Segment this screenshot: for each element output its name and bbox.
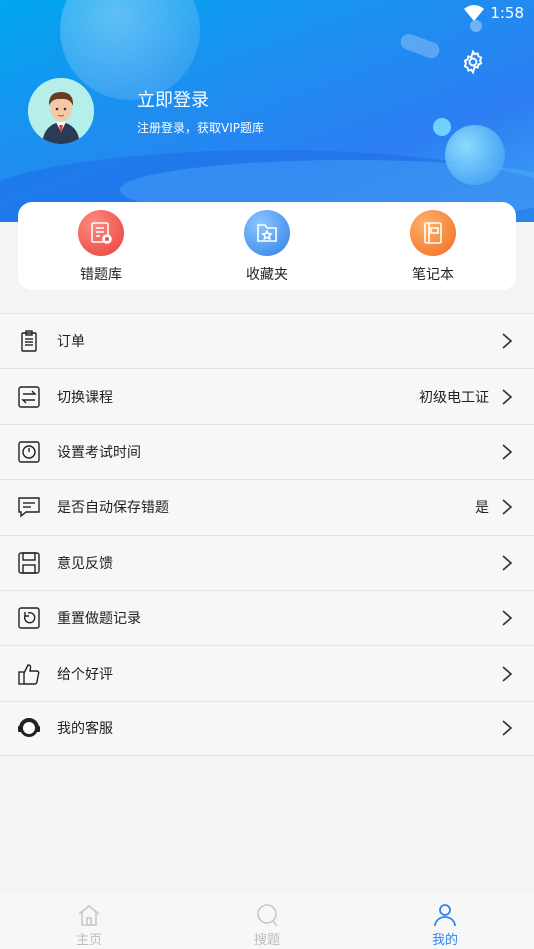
menu-item-auto-save[interactable]: 是否自动保存错题 是 xyxy=(0,479,534,534)
favorites-folder-icon xyxy=(244,210,290,256)
menu-item-reset-records[interactable]: 重置做题记录 xyxy=(0,589,534,645)
headset-icon xyxy=(18,718,40,738)
chevron-right-icon xyxy=(502,444,513,460)
timer-icon xyxy=(18,441,40,463)
menu-value: 是 xyxy=(475,500,489,517)
search-icon xyxy=(257,904,278,927)
chevron-right-icon xyxy=(502,610,513,626)
decor-bubble xyxy=(445,125,505,185)
settings-gear-icon[interactable] xyxy=(460,49,486,75)
quick-label: 错题库 xyxy=(80,267,122,283)
chat-icon xyxy=(18,497,40,518)
menu-item-feedback[interactable]: 意见反馈 xyxy=(0,534,534,590)
quick-wrong-questions[interactable]: 错题库 xyxy=(41,202,161,284)
menu-value: 初级电工证 xyxy=(419,389,489,406)
menu-label: 重置做题记录 xyxy=(57,611,141,628)
switch-icon xyxy=(18,385,40,408)
nav-label: 搜题 xyxy=(253,933,280,948)
menu-label: 订单 xyxy=(57,334,85,351)
menu-label: 设置考试时间 xyxy=(57,444,141,461)
decor-bubble xyxy=(398,31,442,61)
menu-label: 切换课程 xyxy=(57,389,113,406)
avatar[interactable] xyxy=(28,78,94,144)
menu-item-orders[interactable]: 订单 xyxy=(0,313,534,368)
menu-label: 我的客服 xyxy=(57,721,113,738)
nav-search[interactable]: 搜题 xyxy=(178,893,356,949)
chevron-right-icon xyxy=(502,499,513,515)
menu-label: 给个好评 xyxy=(57,666,113,683)
nav-profile[interactable]: 我的 xyxy=(356,893,534,949)
status-time: 1:58 xyxy=(490,4,524,22)
menu-item-exam-time[interactable]: 设置考试时间 xyxy=(0,423,534,479)
home-icon xyxy=(78,904,100,926)
chevron-right-icon xyxy=(502,555,513,571)
bottom-nav: 主页 搜题 我的 xyxy=(0,893,534,949)
menu-item-rate-app[interactable]: 给个好评 xyxy=(0,645,534,700)
avatar-illustration xyxy=(28,78,94,144)
quick-favorites[interactable]: 收藏夹 xyxy=(207,202,327,284)
quick-label: 收藏夹 xyxy=(246,267,288,283)
status-bar: 1:58 xyxy=(464,4,524,22)
person-icon xyxy=(434,904,456,927)
settings-menu: 订单 切换课程 初级电工证 设置考试时间 是否自动保存错题 是 意见反馈 重置做… xyxy=(0,313,534,757)
wifi-icon xyxy=(464,5,485,21)
login-subtitle: 注册登录，获取VIP题库 xyxy=(137,121,264,135)
decor-bubble xyxy=(433,118,451,136)
quick-notebook[interactable]: 笔记本 xyxy=(373,202,493,284)
nav-label: 主页 xyxy=(75,933,102,948)
nav-home[interactable]: 主页 xyxy=(0,893,178,949)
chevron-right-icon xyxy=(502,333,513,349)
chevron-right-icon xyxy=(502,720,513,737)
menu-item-switch-course[interactable]: 切换课程 初级电工证 xyxy=(0,368,534,423)
quick-label: 笔记本 xyxy=(412,267,454,283)
wrong-questions-icon xyxy=(78,210,124,256)
chevron-right-icon xyxy=(502,388,513,405)
reset-icon xyxy=(18,607,40,629)
nav-label: 我的 xyxy=(431,933,458,948)
save-icon xyxy=(18,552,40,574)
menu-label: 意见反馈 xyxy=(57,555,113,572)
chevron-right-icon xyxy=(502,665,513,682)
thumbs-up-icon xyxy=(18,663,40,685)
menu-label: 是否自动保存错题 xyxy=(57,500,169,517)
menu-item-customer-service[interactable]: 我的客服 xyxy=(0,700,534,757)
clipboard-icon xyxy=(21,330,37,352)
login-title[interactable]: 立即登录 xyxy=(137,86,209,112)
quick-actions-card: 错题库 收藏夹 笔记本 xyxy=(18,202,516,290)
notebook-icon xyxy=(410,210,456,256)
profile-header: 1:58 立即登录 注册登录，获取VIP题库 xyxy=(0,0,534,222)
